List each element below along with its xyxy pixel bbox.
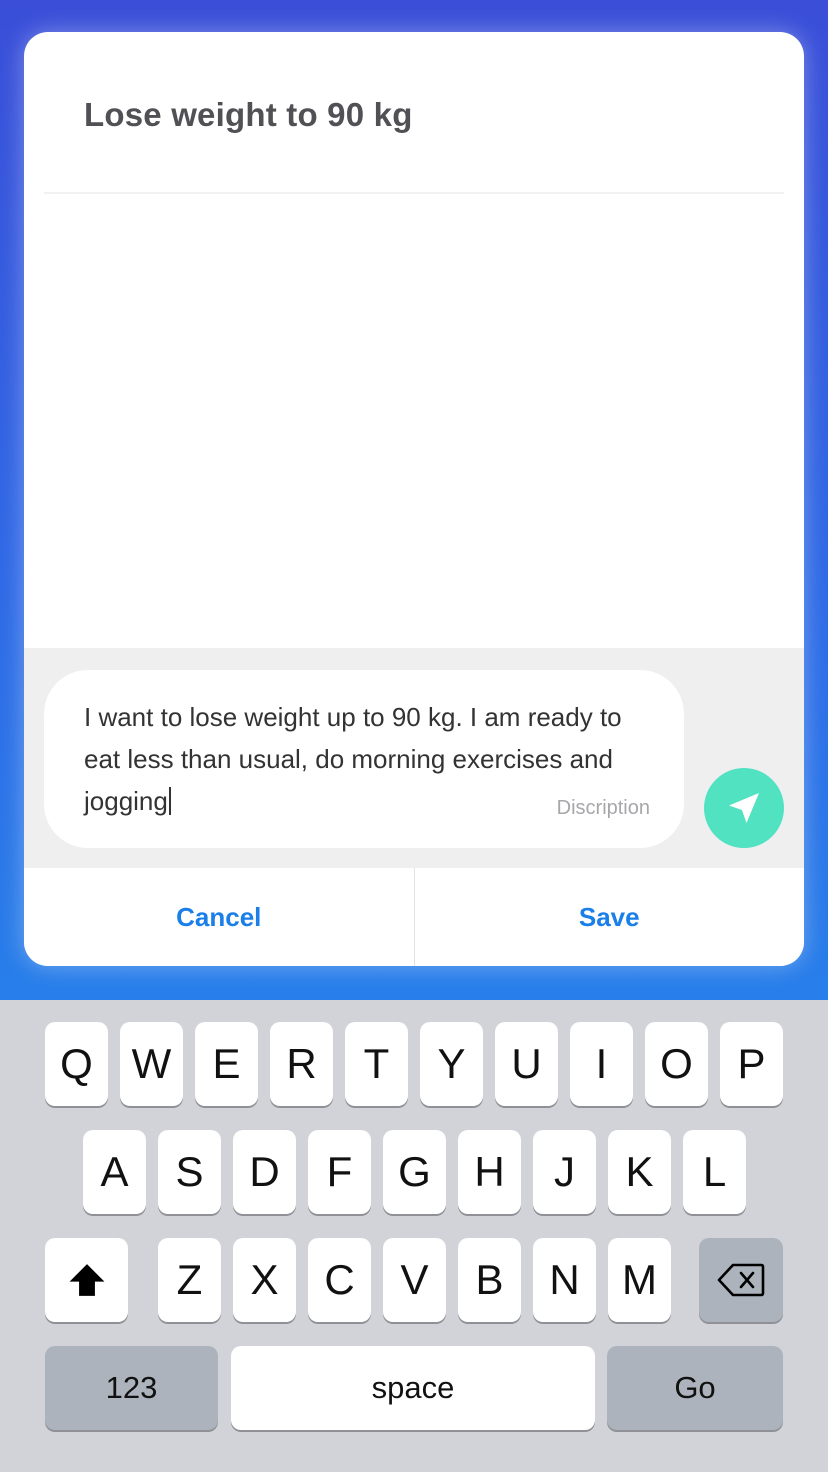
key-q[interactable]: Q: [45, 1022, 108, 1106]
description-text[interactable]: I want to lose weight up to 90 kg. I am …: [84, 696, 624, 822]
description-input[interactable]: I want to lose weight up to 90 kg. I am …: [44, 670, 684, 848]
description-value: I want to lose weight up to 90 kg. I am …: [84, 702, 622, 816]
key-x[interactable]: X: [233, 1238, 296, 1322]
description-hint: Discription: [556, 797, 650, 819]
numbers-key[interactable]: 123: [45, 1346, 218, 1430]
shift-arrow-icon: [69, 1264, 104, 1296]
key-p[interactable]: P: [720, 1022, 783, 1106]
key-l[interactable]: L: [683, 1130, 746, 1214]
key-w[interactable]: W: [120, 1022, 183, 1106]
dialog-actions: Cancel Save: [24, 868, 804, 966]
key-u[interactable]: U: [495, 1022, 558, 1106]
key-b[interactable]: B: [458, 1238, 521, 1322]
key-c[interactable]: C: [308, 1238, 371, 1322]
description-composer: I want to lose weight up to 90 kg. I am …: [24, 648, 804, 868]
key-m[interactable]: M: [608, 1238, 671, 1322]
key-h[interactable]: H: [458, 1130, 521, 1214]
shift-key[interactable]: [45, 1238, 128, 1322]
send-button[interactable]: [704, 768, 784, 848]
key-n[interactable]: N: [533, 1238, 596, 1322]
delete-key[interactable]: [699, 1238, 783, 1322]
key-e[interactable]: E: [195, 1022, 258, 1106]
key-k[interactable]: K: [608, 1130, 671, 1214]
space-key[interactable]: space: [231, 1346, 595, 1430]
goal-dialog: Lose weight to 90 kg I want to lose weig…: [24, 32, 804, 966]
key-f[interactable]: F: [308, 1130, 371, 1214]
key-o[interactable]: O: [645, 1022, 708, 1106]
backspace-icon: [717, 1263, 765, 1297]
key-z[interactable]: Z: [158, 1238, 221, 1322]
go-key[interactable]: Go: [607, 1346, 783, 1430]
key-i[interactable]: I: [570, 1022, 633, 1106]
key-s[interactable]: S: [158, 1130, 221, 1214]
cancel-button[interactable]: Cancel: [24, 868, 414, 966]
key-v[interactable]: V: [383, 1238, 446, 1322]
text-cursor: [168, 787, 171, 815]
goal-title: Lose weight to 90 kg: [84, 96, 413, 133]
key-t[interactable]: T: [345, 1022, 408, 1106]
navigation-arrow-icon: [729, 793, 759, 823]
key-r[interactable]: R: [270, 1022, 333, 1106]
dialog-content-area: [24, 194, 804, 648]
key-d[interactable]: D: [233, 1130, 296, 1214]
keyboard: Q W E R T Y U I O P A S D F G H J K L Z …: [0, 1000, 828, 1472]
key-a[interactable]: A: [83, 1130, 146, 1214]
key-j[interactable]: J: [533, 1130, 596, 1214]
key-y[interactable]: Y: [420, 1022, 483, 1106]
key-g[interactable]: G: [383, 1130, 446, 1214]
save-button[interactable]: Save: [413, 868, 805, 966]
